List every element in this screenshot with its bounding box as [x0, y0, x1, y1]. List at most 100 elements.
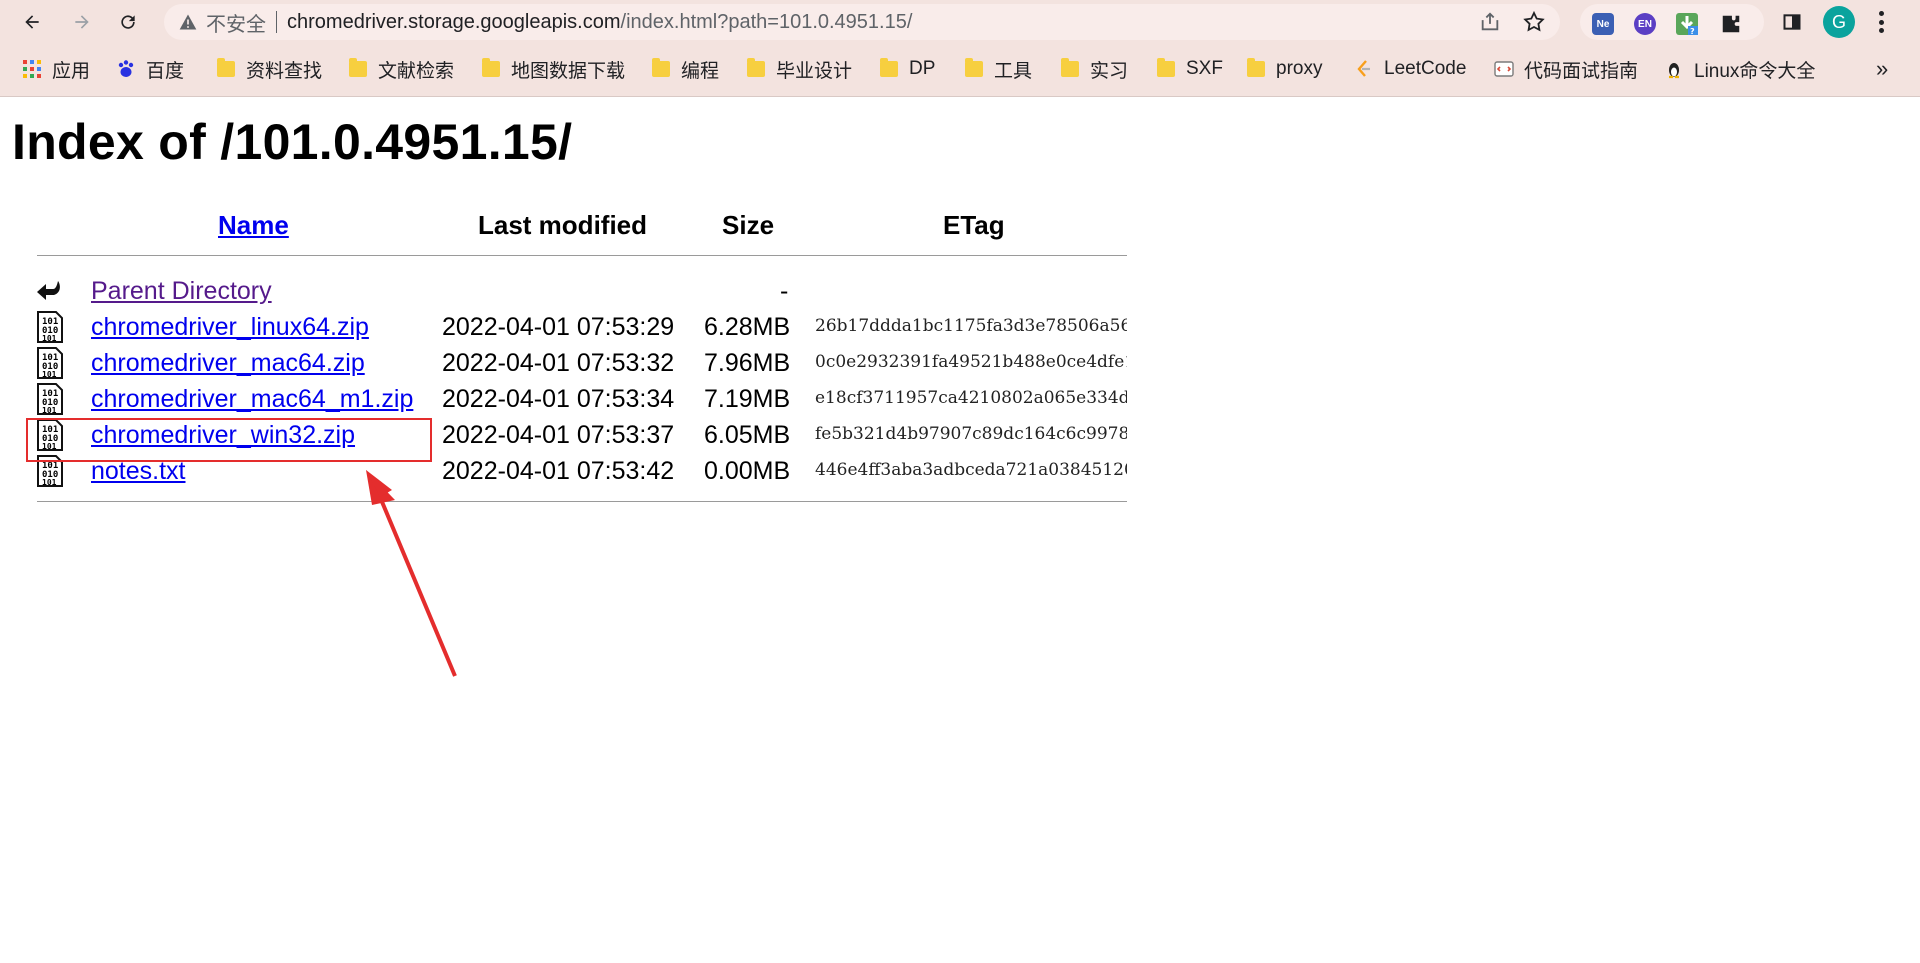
file-etag: 0c0e2932391fa49521b488e0ce4dfe1e: [815, 352, 1127, 372]
folder-icon: [652, 58, 670, 77]
bookmark-label: Linux命令大全: [1694, 60, 1816, 82]
bookmark-folder-6[interactable]: DP: [879, 56, 935, 82]
bookmark-folder-5[interactable]: 毕业设计: [746, 56, 852, 82]
table-row: 101 010 101 chromedriver_mac64_m1.zip 2022…: [0, 381, 1200, 417]
bookmark-label: 资料查找: [246, 60, 323, 82]
reload-button[interactable]: [112, 6, 144, 38]
file-etag: 26b17ddda1bc1175fa3d3e78506a562b: [815, 316, 1127, 336]
notion-web-clipper-icon[interactable]: Ne: [1592, 13, 1614, 35]
file-link[interactable]: chromedriver_mac64.zip: [91, 349, 365, 378]
bookmark-label: 应用: [52, 60, 91, 82]
file-size: 0.00MB: [704, 457, 791, 485]
column-header-last-modified: Last modified: [478, 210, 648, 240]
file-modified: 2022-04-01 07:53:34: [442, 385, 675, 413]
file-modified: 2022-04-01 07:53:42: [442, 457, 675, 485]
browser-menu-icon[interactable]: [1876, 8, 1886, 36]
bookmark-folder-7[interactable]: 工具: [964, 56, 1032, 82]
back-arrow-icon: [25, 15, 39, 29]
profile-avatar[interactable]: G: [1823, 6, 1855, 38]
baidu-paw-icon: [116, 59, 136, 79]
folder-icon: [747, 58, 765, 77]
browser-toolbar: 不安全 chromedriver.storage.googleapis.com/…: [0, 0, 1920, 44]
file-modified: 2022-04-01 07:53:32: [442, 349, 675, 377]
file-etag: 446e4ff3aba3adbceda721a038451202: [815, 460, 1127, 480]
bookmarks-bar: 应用 百度 资料查找 文献检索 地图数据下载 编程 毕业设计 DP 工具 实习 …: [0, 44, 1920, 97]
table-row: 101 010 101 chromedriver_mac64.zip 2022-04…: [0, 345, 1200, 381]
bookmark-apps[interactable]: 应用: [22, 56, 90, 82]
bookmark-label: LeetCode: [1384, 58, 1467, 79]
bookmark-folder-9[interactable]: SXF: [1156, 56, 1223, 82]
file-size: 6.28MB: [704, 313, 791, 341]
bookmark-label: proxy: [1276, 58, 1323, 79]
bookmark-folder-1[interactable]: 资料查找: [216, 56, 322, 82]
file-link[interactable]: chromedriver_mac64_m1.zip: [91, 385, 413, 414]
bookmark-label: 百度: [146, 60, 185, 82]
bookmark-label: SXF: [1186, 58, 1223, 79]
share-icon[interactable]: [1478, 10, 1502, 34]
binary-file-icon: 101 010 101: [36, 347, 64, 379]
table-row: 101 010 101 chromedriver_linux64.zip 2022-…: [0, 309, 1200, 345]
side-panel-button[interactable]: [1776, 6, 1808, 38]
binary-file-icon: 101 010 101: [36, 383, 64, 415]
extensions-puzzle-icon[interactable]: [1720, 13, 1742, 35]
file-size: 6.05MB: [704, 421, 791, 449]
bookmark-folder-3[interactable]: 地图数据下载: [481, 56, 625, 82]
column-header-size: Size: [722, 210, 775, 240]
bookmark-label: 代码面试指南: [1524, 60, 1639, 82]
translator-icon[interactable]: EN: [1634, 13, 1656, 35]
bookmark-leetcode[interactable]: LeetCode: [1354, 56, 1466, 82]
extensions-group: Ne EN ?: [1580, 4, 1764, 40]
linux-tux-icon: [1664, 59, 1684, 79]
bookmark-linux[interactable]: Linux命令大全: [1664, 56, 1815, 82]
table-divider-top: [37, 255, 1127, 256]
back-arrow-icon: [36, 275, 64, 307]
svg-text:101: 101: [42, 478, 57, 487]
back-button[interactable]: [16, 6, 48, 38]
column-header-name[interactable]: Name: [218, 210, 289, 241]
bookmark-label: 毕业设计: [776, 60, 853, 82]
warning-triangle-icon: [178, 12, 198, 32]
table-divider-bottom: [37, 501, 1127, 502]
bookmark-folder-8[interactable]: 实习: [1060, 56, 1128, 82]
file-size: 7.96MB: [704, 349, 791, 377]
file-size: -: [780, 277, 789, 305]
bookmark-code-interview[interactable]: 代码面试指南: [1494, 56, 1638, 82]
bookmark-folder-10[interactable]: proxy: [1246, 56, 1322, 82]
file-modified: 2022-04-01 07:53:37: [442, 421, 675, 449]
forward-arrow-icon: [75, 15, 89, 29]
folder-icon: [217, 58, 235, 77]
bookmark-label: 编程: [681, 60, 720, 82]
folder-icon: [1061, 58, 1079, 77]
bookmark-folder-4[interactable]: 编程: [651, 56, 719, 82]
url-path: /index.html?path=101.0.4951.15/: [620, 10, 913, 33]
download-helper-icon[interactable]: ?: [1676, 13, 1698, 35]
insecure-label: 不安全: [206, 13, 266, 36]
folder-icon: [349, 58, 367, 77]
file-link[interactable]: chromedriver_linux64.zip: [91, 313, 369, 342]
apps-grid-icon: [22, 59, 42, 79]
address-bar[interactable]: 不安全 chromedriver.storage.googleapis.com/…: [164, 4, 1560, 40]
svg-text:?: ?: [1690, 27, 1695, 35]
bookmark-label: 地图数据下载: [511, 60, 626, 82]
more-bookmarks-button[interactable]: »: [1876, 56, 1888, 82]
bookmark-baidu[interactable]: 百度: [116, 56, 184, 82]
bookmark-label: 实习: [1090, 60, 1129, 82]
file-etag: e18cf3711957ca4210802a065e334d67: [815, 388, 1127, 408]
reload-icon: [121, 15, 135, 29]
folder-icon: [482, 58, 500, 77]
table-row-parent-directory: Parent Directory -: [0, 273, 1200, 309]
side-panel-icon: [1783, 14, 1801, 30]
file-modified: 2022-04-01 07:53:29: [442, 313, 675, 341]
folder-icon: [1247, 58, 1265, 77]
folder-icon: [965, 58, 983, 77]
bookmark-star-icon[interactable]: [1522, 10, 1546, 34]
bookmark-label: DP: [909, 58, 936, 79]
parent-directory-link[interactable]: Parent Directory: [91, 277, 272, 306]
url-host: chromedriver.storage.googleapis.com: [287, 10, 621, 33]
bookmark-folder-2[interactable]: 文献检索: [348, 56, 454, 82]
folder-icon: [1157, 58, 1175, 77]
column-header-etag: ETag: [943, 210, 1005, 240]
highlight-rectangle: [26, 418, 432, 462]
url-text[interactable]: chromedriver.storage.googleapis.com/inde…: [287, 11, 912, 34]
forward-button[interactable]: [66, 6, 98, 38]
